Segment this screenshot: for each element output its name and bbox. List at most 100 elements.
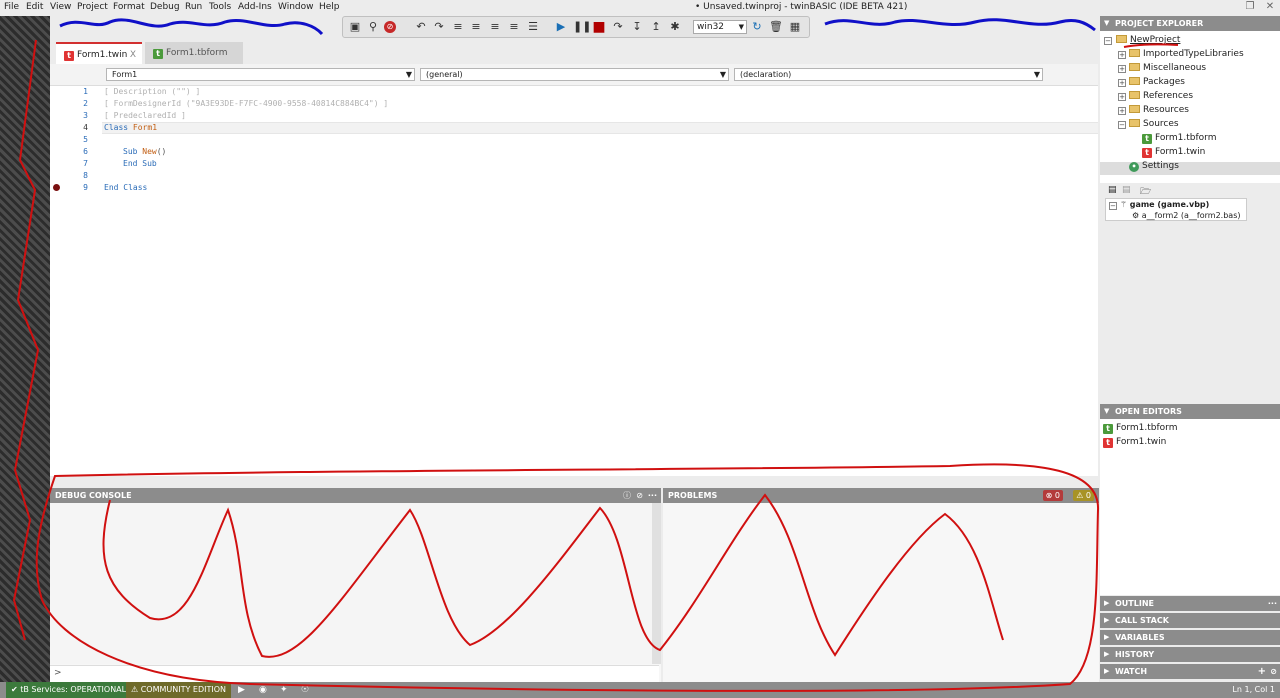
close-icon[interactable]: ✕ — [1263, 1, 1277, 13]
expand-icon[interactable]: + — [1118, 107, 1126, 115]
tree-item-packages[interactable]: Packages — [1129, 77, 1185, 87]
tree-item-newproject[interactable]: NewProject — [1116, 35, 1180, 45]
chevron-down-icon: ▼ — [719, 70, 726, 79]
menu-format[interactable]: Format — [113, 2, 145, 12]
menu-run[interactable]: Run — [185, 2, 202, 12]
selected-row — [1100, 162, 1280, 175]
error-count-badge[interactable]: ⊗ 0 — [1042, 490, 1063, 501]
tree-item-game-project[interactable]: ⚚ game (game.vbp) — [1120, 200, 1209, 209]
collapse-icon[interactable]: − — [1109, 202, 1117, 210]
clear-icon[interactable]: ⊘ — [1270, 664, 1277, 679]
chevron-down-icon: ▼ — [405, 70, 412, 79]
expand-icon[interactable]: + — [1118, 65, 1126, 73]
menu-debug[interactable]: Debug — [150, 2, 180, 12]
github-icon[interactable]: ☉ — [296, 682, 314, 698]
stop-icon[interactable]: ■ — [592, 20, 606, 34]
project-explorer-header[interactable]: ▼ PROJECT EXPLORER — [1100, 16, 1280, 31]
view-code-icon[interactable]: ▤ — [1108, 185, 1117, 195]
more-icon[interactable]: ··· — [648, 488, 657, 503]
menu-window[interactable]: Window — [278, 2, 314, 12]
menu-tools[interactable]: Tools — [209, 2, 231, 12]
tree-item-form1-twin[interactable]: t Form1.twin — [1142, 147, 1205, 158]
tree-item-misc[interactable]: Miscellaneous — [1129, 63, 1206, 73]
outdent-icon[interactable]: ≡ — [469, 20, 483, 34]
menu-view[interactable]: View — [50, 2, 71, 12]
declaration-select[interactable]: (declaration) ▼ — [734, 68, 1043, 81]
uncomment-icon[interactable]: ≡ — [507, 20, 521, 34]
scrollbar[interactable] — [652, 503, 661, 664]
code-line: [ FormDesignerId ("9A3E93DE-F7FC-4900-95… — [104, 99, 389, 108]
folder-icon — [1129, 91, 1140, 99]
build-target-select[interactable]: win32 ▼ — [693, 20, 747, 34]
collapse-icon[interactable]: − — [1104, 37, 1112, 45]
comment-icon[interactable]: ≡ — [488, 20, 502, 34]
step-into-icon[interactable]: ↧ — [630, 20, 644, 34]
save-icon[interactable]: ▣ — [348, 20, 362, 34]
close-icon[interactable]: X — [130, 44, 136, 66]
youtube-icon[interactable]: ▶ — [233, 682, 250, 698]
tree-item-form1-tbform[interactable]: t Form1.tbform — [1142, 133, 1216, 144]
undo-icon[interactable]: ↶ — [414, 20, 428, 34]
step-out-icon[interactable]: ↥ — [649, 20, 663, 34]
warning-count-badge[interactable]: ⚠ 0 — [1073, 490, 1094, 501]
indent-icon[interactable]: ≡ — [451, 20, 465, 34]
delete-icon[interactable]: 🗑 — [769, 20, 783, 34]
redo-icon[interactable]: ↷ — [432, 20, 446, 34]
call-stack-header[interactable]: ▶ CALL STACK — [1100, 613, 1280, 628]
tree-item-settings[interactable]: • Settings — [1129, 161, 1179, 172]
menu-edit[interactable]: Edit — [26, 2, 43, 12]
add-icon[interactable]: + — [1258, 664, 1266, 679]
tab-form1-twin[interactable]: t Form1.twin X — [56, 42, 142, 64]
tree-item-imported[interactable]: ImportedTypeLibraries — [1129, 49, 1244, 59]
menu-addins[interactable]: Add-Ins — [238, 2, 272, 12]
debug-output[interactable] — [50, 503, 659, 664]
step-over-icon[interactable]: ↷ — [611, 20, 625, 34]
watch-header[interactable]: ▶ WATCH + ⊘ — [1100, 664, 1280, 679]
view-object-icon[interactable]: ▤ — [1122, 185, 1131, 195]
discord-icon[interactable]: ◉ — [254, 682, 272, 698]
project-tree: − NewProject + ImportedTypeLibraries + M… — [1100, 31, 1280, 183]
procedure-select[interactable]: (general) ▼ — [420, 68, 729, 81]
code-editor[interactable]: 1 2 3 4 5 6 7 8 9 [ Description ("") ] [… — [50, 86, 1098, 476]
expand-icon[interactable]: + — [1118, 79, 1126, 87]
breakpoint-marker[interactable] — [53, 184, 60, 191]
expand-icon[interactable]: + — [1118, 51, 1126, 59]
open-editors-header[interactable]: ▼ OPEN EDITORS — [1100, 404, 1280, 419]
find-icon[interactable]: ⚲ — [366, 20, 380, 34]
twin-file-icon: t — [1103, 438, 1113, 448]
tree-item-resources[interactable]: Resources — [1129, 105, 1189, 115]
cursor-position[interactable]: Ln 1, Col 1 — [1227, 682, 1280, 698]
edition-badge[interactable]: ⚠ COMMUNITY EDITION — [126, 682, 232, 698]
history-header[interactable]: ▶ HISTORY — [1100, 647, 1280, 662]
debug-input[interactable]: > — [50, 665, 659, 682]
menu-project[interactable]: Project — [77, 2, 108, 12]
services-status[interactable]: ✔ tB Services: OPERATIONAL — [6, 682, 132, 698]
tree-item-sources[interactable]: Sources — [1129, 119, 1179, 129]
stop-sign-icon[interactable]: ⊘ — [384, 21, 396, 33]
collapse-icon[interactable]: − — [1118, 121, 1126, 129]
open-editor-form1-twin[interactable]: t Form1.twin — [1103, 437, 1166, 448]
list-icon[interactable]: ☰ — [526, 20, 540, 34]
tab-form1-tbform[interactable]: t Form1.tbform — [145, 42, 243, 64]
expand-icon[interactable]: + — [1118, 93, 1126, 101]
problems-list[interactable] — [663, 503, 1099, 682]
restore-icon[interactable]: ❐ — [1243, 1, 1257, 13]
grid-icon[interactable]: ▦ — [788, 20, 802, 34]
menu-file[interactable]: File — [4, 2, 19, 12]
tree-item-module[interactable]: ⚙ a__form2 (a__form2.bas) — [1132, 211, 1240, 220]
run-icon[interactable]: ▶ — [554, 20, 568, 34]
outline-header[interactable]: ▶ OUTLINE ··· — [1100, 596, 1280, 611]
refresh-icon[interactable]: ↻ — [750, 20, 764, 34]
breakpoint-icon[interactable]: ✱ — [668, 20, 682, 34]
info-icon[interactable]: ⓘ — [623, 488, 631, 503]
tree-item-references[interactable]: References — [1129, 91, 1193, 101]
variables-header[interactable]: ▶ VARIABLES — [1100, 630, 1280, 645]
menu-help[interactable]: Help — [319, 2, 340, 12]
open-editor-form1-tbform[interactable]: t Form1.tbform — [1103, 423, 1177, 434]
pause-icon[interactable]: ❚❚ — [573, 20, 591, 34]
line-number: 3 — [83, 111, 88, 120]
clear-icon[interactable]: ⊘ — [636, 488, 643, 503]
twitter-icon[interactable]: ✦ — [275, 682, 293, 698]
object-select[interactable]: Form1 ▼ — [106, 68, 415, 81]
more-icon[interactable]: ··· — [1268, 596, 1277, 611]
